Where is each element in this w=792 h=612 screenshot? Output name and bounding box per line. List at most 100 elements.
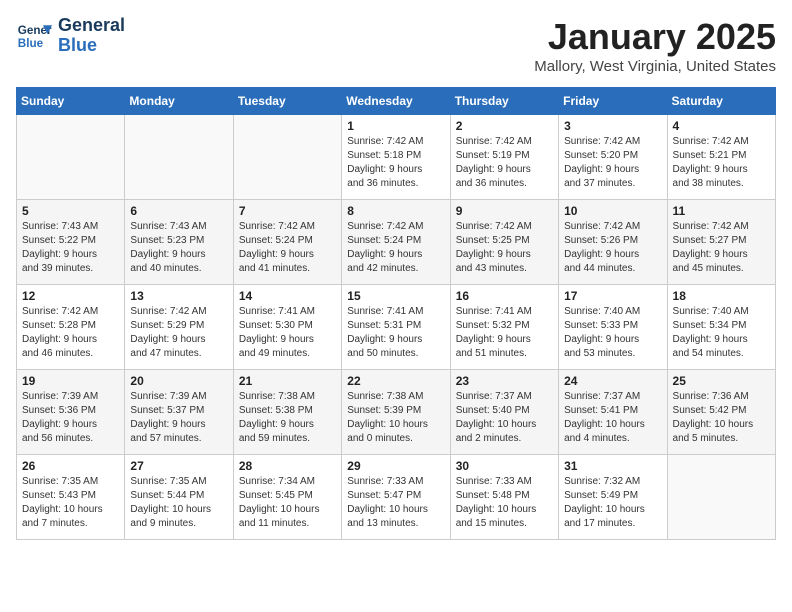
day-number: 4: [673, 119, 770, 133]
day-number: 12: [22, 289, 119, 303]
day-number: 3: [564, 119, 661, 133]
calendar-cell: 17 Sunrise: 7:40 AM Sunset: 5:33 PM Dayli…: [559, 285, 667, 370]
day-info: Sunrise: 7:41 AM Sunset: 5:32 PM Dayligh…: [456, 305, 553, 361]
day-info: Sunrise: 7:42 AM Sunset: 5:20 PM Dayligh…: [564, 135, 661, 191]
day-number: 18: [673, 289, 770, 303]
day-number: 23: [456, 374, 553, 388]
day-number: 6: [130, 204, 227, 218]
calendar-cell: 20Sunrise: 7:39 AM Sunset: 5:37 PM Dayli…: [125, 370, 233, 455]
calendar-cell: 6 Sunrise: 7:43 AM Sunset: 5:23 PM Daylig…: [125, 200, 233, 285]
page-header: General Blue General Blue January 2025 M…: [16, 16, 776, 75]
calendar-cell: 2 Sunrise: 7:42 AM Sunset: 5:19 PM Daylig…: [450, 115, 558, 200]
day-number: 8: [347, 204, 444, 218]
day-info: Sunrise: 7:42 AM Sunset: 5:21 PM Dayligh…: [673, 135, 770, 191]
calendar-cell: [17, 115, 125, 200]
calendar-subtitle: Mallory, West Virginia, United States: [534, 58, 776, 75]
weekday-header-saturday: Saturday: [667, 88, 775, 115]
calendar-cell: 28 Sunrise: 7:34 AM Sunset: 5:45 PM Dayli…: [233, 455, 341, 540]
day-info: Sunrise: 7:40 AM Sunset: 5:33 PM Dayligh…: [564, 305, 661, 361]
weekday-header-thursday: Thursday: [450, 88, 558, 115]
day-number: 16: [456, 289, 553, 303]
day-number: 25: [673, 374, 770, 388]
day-number: 22: [347, 374, 444, 388]
day-number: 30: [456, 459, 553, 473]
logo-text-line1: General: [58, 16, 125, 36]
logo-icon: General Blue: [16, 18, 52, 54]
day-info: Sunrise: 7:42 AM Sunset: 5:28 PM Dayligh…: [22, 305, 119, 361]
calendar-cell: 29Sunrise: 7:33 AM Sunset: 5:47 PM Dayli…: [342, 455, 450, 540]
calendar-cell: 12 Sunrise: 7:42 AM Sunset: 5:28 PM Dayli…: [17, 285, 125, 370]
day-info: Sunrise: 7:42 AM Sunset: 5:27 PM Dayligh…: [673, 220, 770, 276]
day-number: 19: [22, 374, 119, 388]
day-info: Sunrise: 7:38 AM Sunset: 5:38 PM Dayligh…: [239, 390, 336, 446]
day-info: Sunrise: 7:35 AM Sunset: 5:44 PM Dayligh…: [130, 475, 227, 531]
logo: General Blue General Blue: [16, 16, 125, 56]
day-info: Sunrise: 7:36 AM Sunset: 5:42 PM Dayligh…: [673, 390, 770, 446]
day-info: Sunrise: 7:37 AM Sunset: 5:41 PM Dayligh…: [564, 390, 661, 446]
calendar-week-row: 12 Sunrise: 7:42 AM Sunset: 5:28 PM Dayli…: [17, 285, 776, 370]
calendar-cell: 19 Sunrise: 7:39 AM Sunset: 5:36 PM Dayli…: [17, 370, 125, 455]
day-info: Sunrise: 7:42 AM Sunset: 5:24 PM Dayligh…: [347, 220, 444, 276]
day-number: 9: [456, 204, 553, 218]
day-number: 7: [239, 204, 336, 218]
calendar-cell: 27 Sunrise: 7:35 AM Sunset: 5:44 PM Dayli…: [125, 455, 233, 540]
svg-text:Blue: Blue: [18, 37, 44, 50]
calendar-cell: 25 Sunrise: 7:36 AM Sunset: 5:42 PM Dayli…: [667, 370, 775, 455]
calendar-week-row: 19 Sunrise: 7:39 AM Sunset: 5:36 PM Dayli…: [17, 370, 776, 455]
day-number: 11: [673, 204, 770, 218]
calendar-cell: 30 Sunrise: 7:33 AM Sunset: 5:48 PM Dayli…: [450, 455, 558, 540]
calendar-cell: 31Sunrise: 7:32 AM Sunset: 5:49 PM Dayli…: [559, 455, 667, 540]
calendar-title: January 2025: [534, 16, 776, 58]
day-info: Sunrise: 7:39 AM Sunset: 5:36 PM Dayligh…: [22, 390, 119, 446]
day-number: 13: [130, 289, 227, 303]
day-number: 17: [564, 289, 661, 303]
calendar-cell: 15Sunrise: 7:41 AM Sunset: 5:31 PM Dayli…: [342, 285, 450, 370]
day-info: Sunrise: 7:42 AM Sunset: 5:24 PM Dayligh…: [239, 220, 336, 276]
day-info: Sunrise: 7:42 AM Sunset: 5:29 PM Dayligh…: [130, 305, 227, 361]
day-info: Sunrise: 7:41 AM Sunset: 5:30 PM Dayligh…: [239, 305, 336, 361]
day-number: 28: [239, 459, 336, 473]
calendar-cell: 4 Sunrise: 7:42 AM Sunset: 5:21 PM Daylig…: [667, 115, 775, 200]
calendar-cell: 21 Sunrise: 7:38 AM Sunset: 5:38 PM Dayli…: [233, 370, 341, 455]
weekday-header-tuesday: Tuesday: [233, 88, 341, 115]
weekday-header-monday: Monday: [125, 88, 233, 115]
weekday-header-friday: Friday: [559, 88, 667, 115]
calendar-cell: 9Sunrise: 7:42 AM Sunset: 5:25 PM Daylig…: [450, 200, 558, 285]
calendar-cell: 26Sunrise: 7:35 AM Sunset: 5:43 PM Dayli…: [17, 455, 125, 540]
day-number: 21: [239, 374, 336, 388]
day-info: Sunrise: 7:42 AM Sunset: 5:19 PM Dayligh…: [456, 135, 553, 191]
calendar-header: SundayMondayTuesdayWednesdayThursdayFrid…: [17, 88, 776, 115]
calendar-cell: [233, 115, 341, 200]
calendar-body: 1 Sunrise: 7:42 AM Sunset: 5:18 PM Daylig…: [17, 115, 776, 540]
day-info: Sunrise: 7:33 AM Sunset: 5:48 PM Dayligh…: [456, 475, 553, 531]
day-number: 27: [130, 459, 227, 473]
calendar-cell: 7 Sunrise: 7:42 AM Sunset: 5:24 PM Daylig…: [233, 200, 341, 285]
day-number: 1: [347, 119, 444, 133]
day-info: Sunrise: 7:41 AM Sunset: 5:31 PM Dayligh…: [347, 305, 444, 361]
calendar-cell: 5Sunrise: 7:43 AM Sunset: 5:22 PM Daylig…: [17, 200, 125, 285]
day-info: Sunrise: 7:38 AM Sunset: 5:39 PM Dayligh…: [347, 390, 444, 446]
day-info: Sunrise: 7:42 AM Sunset: 5:18 PM Dayligh…: [347, 135, 444, 191]
calendar-week-row: 26Sunrise: 7:35 AM Sunset: 5:43 PM Dayli…: [17, 455, 776, 540]
calendar-cell: 11 Sunrise: 7:42 AM Sunset: 5:27 PM Dayli…: [667, 200, 775, 285]
weekday-header-wednesday: Wednesday: [342, 88, 450, 115]
day-number: 14: [239, 289, 336, 303]
day-info: Sunrise: 7:43 AM Sunset: 5:23 PM Dayligh…: [130, 220, 227, 276]
day-info: Sunrise: 7:34 AM Sunset: 5:45 PM Dayligh…: [239, 475, 336, 531]
day-number: 2: [456, 119, 553, 133]
day-info: Sunrise: 7:32 AM Sunset: 5:49 PM Dayligh…: [564, 475, 661, 531]
calendar-cell: 18 Sunrise: 7:40 AM Sunset: 5:34 PM Dayli…: [667, 285, 775, 370]
calendar-week-row: 5Sunrise: 7:43 AM Sunset: 5:22 PM Daylig…: [17, 200, 776, 285]
calendar-cell: [125, 115, 233, 200]
title-section: January 2025 Mallory, West Virginia, Uni…: [534, 16, 776, 75]
calendar-cell: 16 Sunrise: 7:41 AM Sunset: 5:32 PM Dayli…: [450, 285, 558, 370]
calendar-cell: 8 Sunrise: 7:42 AM Sunset: 5:24 PM Daylig…: [342, 200, 450, 285]
day-info: Sunrise: 7:40 AM Sunset: 5:34 PM Dayligh…: [673, 305, 770, 361]
calendar-cell: 24 Sunrise: 7:37 AM Sunset: 5:41 PM Dayli…: [559, 370, 667, 455]
day-number: 24: [564, 374, 661, 388]
calendar-cell: 1 Sunrise: 7:42 AM Sunset: 5:18 PM Daylig…: [342, 115, 450, 200]
day-info: Sunrise: 7:39 AM Sunset: 5:37 PM Dayligh…: [130, 390, 227, 446]
day-number: 5: [22, 204, 119, 218]
logo-text-line2: Blue: [58, 36, 125, 56]
day-number: 10: [564, 204, 661, 218]
